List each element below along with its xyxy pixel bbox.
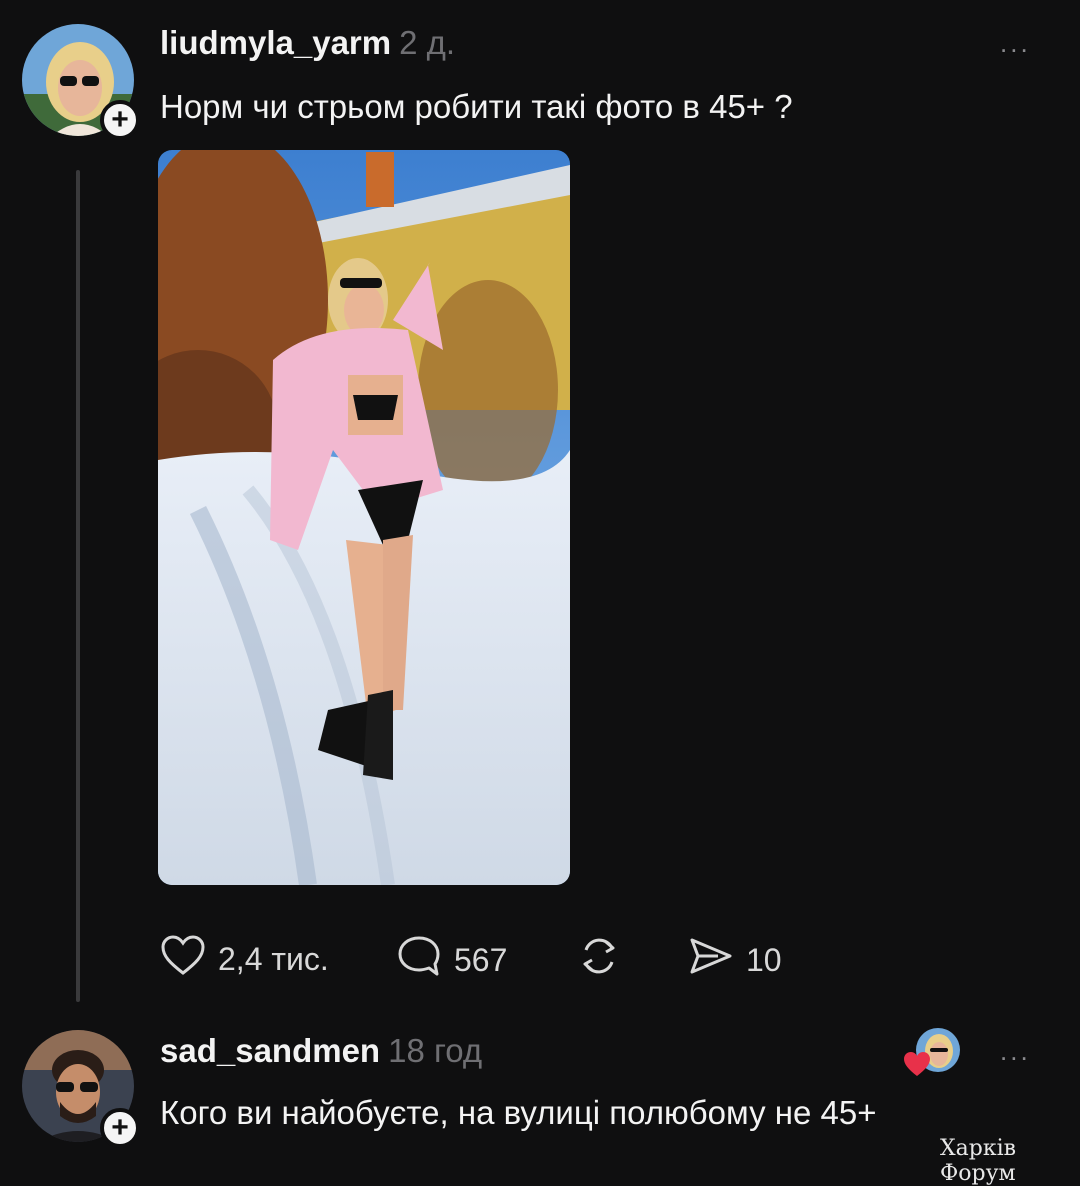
repost-icon (576, 934, 622, 986)
post-timestamp: 2 д. (399, 24, 456, 61)
thread-line (76, 170, 80, 1002)
watermark: Харків Форум (940, 1136, 1017, 1186)
reply-username[interactable]: sad_sandmen (160, 1032, 380, 1069)
like-action[interactable]: 2,4 тис. (160, 934, 329, 984)
repost-action[interactable] (576, 934, 622, 986)
post-header: liudmyla_yarm 2 д. (160, 24, 455, 62)
post-username[interactable]: liudmyla_yarm (160, 24, 391, 61)
reply-count: 567 (454, 941, 508, 978)
reply-timestamp: 18 год (388, 1032, 483, 1069)
heart-badge-icon (902, 1050, 932, 1083)
heart-icon (160, 934, 206, 984)
post-text: Норм чи стрьом робити такі фото в 45+ ? (160, 88, 793, 125)
follow-button[interactable]: + (100, 100, 140, 140)
reply-text: Кого ви найобуєте, на вулиці полюбому не… (160, 1094, 877, 1131)
post-photo[interactable] (158, 150, 570, 885)
share-count: 10 (746, 941, 782, 978)
share-action[interactable]: 10 (688, 934, 782, 986)
comment-icon (396, 934, 442, 986)
reply-action[interactable]: 567 (396, 934, 507, 986)
send-icon (688, 934, 734, 986)
reply-more-options-button[interactable]: ... (1000, 1036, 1031, 1067)
reply-follow-button[interactable]: + (100, 1108, 140, 1148)
like-count: 2,4 тис. (218, 940, 329, 977)
post-more-options-button[interactable]: ... (1000, 28, 1031, 59)
reply-header: sad_sandmen 18 год (160, 1032, 482, 1070)
